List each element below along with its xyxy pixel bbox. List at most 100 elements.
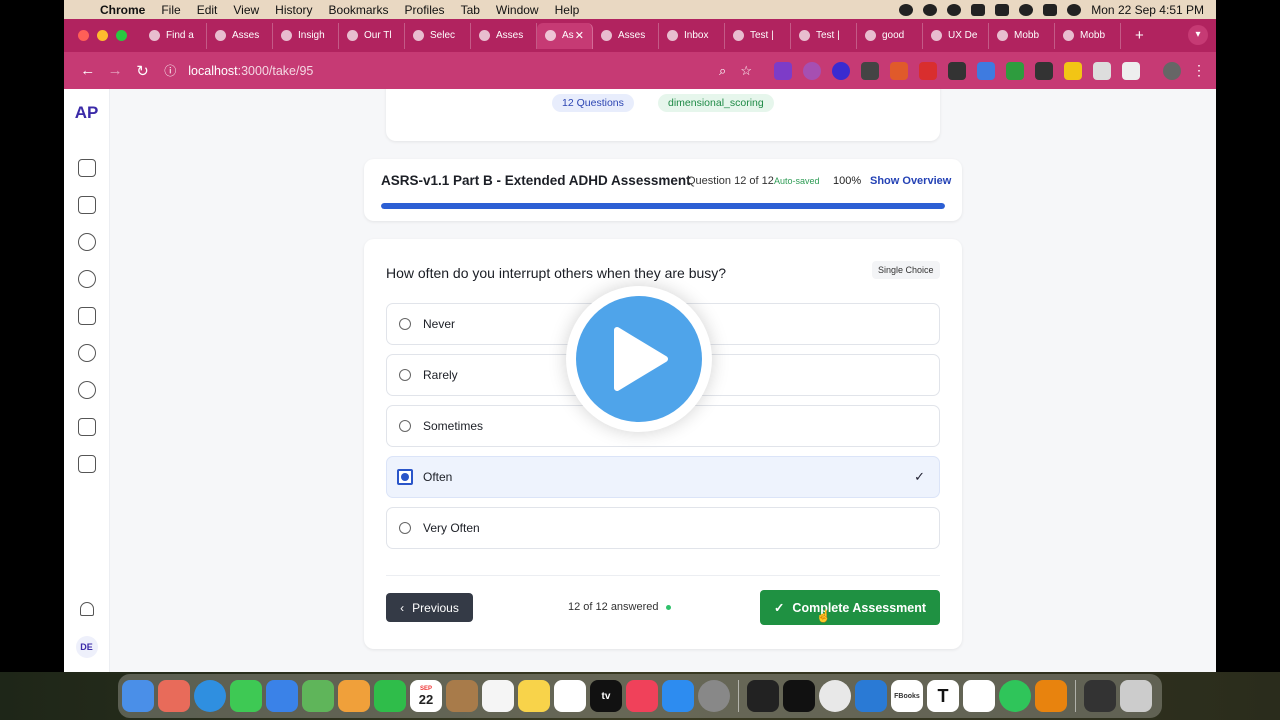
- forward-button[interactable]: →: [101, 62, 128, 79]
- bookmark-star-icon[interactable]: ☆: [740, 63, 752, 79]
- answer-option-very-often[interactable]: Very Often: [386, 507, 940, 549]
- browser-tab[interactable]: Mobb: [989, 22, 1055, 49]
- chrome-icon[interactable]: [819, 680, 851, 712]
- activity-monitor-icon[interactable]: [747, 680, 779, 712]
- browser-tab[interactable]: Insigh: [273, 22, 339, 49]
- chrome-menu-icon[interactable]: ⋮: [1192, 62, 1206, 79]
- browser-tab[interactable]: Asses: [471, 22, 537, 49]
- browser-tab[interactable]: Asses: [593, 22, 659, 49]
- bar-chart-icon[interactable]: [77, 307, 96, 325]
- menu-app-name[interactable]: Chrome: [92, 3, 153, 17]
- terminal-icon[interactable]: [783, 680, 815, 712]
- menu-history[interactable]: History: [267, 3, 320, 17]
- close-window-button[interactable]: [78, 30, 89, 41]
- back-button[interactable]: ←: [74, 62, 101, 79]
- clipboard-icon[interactable]: [77, 418, 96, 436]
- radio-button-selected[interactable]: [397, 469, 413, 485]
- trash-icon[interactable]: [1120, 680, 1152, 712]
- window-preview-icon[interactable]: [1084, 680, 1116, 712]
- app-logo[interactable]: AP: [75, 103, 99, 123]
- menu-view[interactable]: View: [225, 3, 267, 17]
- extension-icon[interactable]: [802, 61, 821, 80]
- tab-search-chevron-icon[interactable]: ▾: [1188, 25, 1208, 45]
- sublime-text-icon[interactable]: [1035, 680, 1067, 712]
- plus-circle-icon[interactable]: [77, 270, 96, 288]
- browser-tab[interactable]: Selec: [405, 22, 471, 49]
- vscode-icon[interactable]: [855, 680, 887, 712]
- profile-avatar[interactable]: [1162, 61, 1181, 80]
- finder-icon[interactable]: [122, 680, 154, 712]
- freeform-icon[interactable]: [554, 680, 586, 712]
- menu-file[interactable]: File: [153, 3, 188, 17]
- menu-profiles[interactable]: Profiles: [397, 3, 453, 17]
- spotlight-icon[interactable]: [1019, 3, 1034, 16]
- translate-icon[interactable]: [976, 61, 995, 80]
- photos-icon[interactable]: [338, 680, 370, 712]
- safari-icon[interactable]: [194, 680, 226, 712]
- previous-button[interactable]: ‹ Previous: [386, 593, 473, 622]
- font-icon[interactable]: [1034, 61, 1053, 80]
- notes-icon[interactable]: [518, 680, 550, 712]
- menu-help[interactable]: Help: [547, 3, 588, 17]
- record-icon[interactable]: [899, 3, 914, 16]
- new-tab-button[interactable]: +: [1121, 27, 1158, 44]
- browser-tab[interactable]: Test |: [791, 22, 857, 49]
- color-picker-icon[interactable]: [860, 61, 879, 80]
- answer-option-often[interactable]: Often ✓: [386, 456, 940, 498]
- home-icon[interactable]: [77, 159, 96, 177]
- radio-button[interactable]: [399, 522, 411, 534]
- radio-button[interactable]: [399, 420, 411, 432]
- messages-icon[interactable]: [230, 680, 262, 712]
- system-settings-icon[interactable]: [698, 680, 730, 712]
- browser-tab[interactable]: UX De: [923, 22, 989, 49]
- zoom-window-button[interactable]: [116, 30, 127, 41]
- menu-bookmarks[interactable]: Bookmarks: [321, 3, 397, 17]
- globe-icon[interactable]: [77, 233, 96, 251]
- user-icon[interactable]: [923, 3, 938, 16]
- extension-icon[interactable]: [1005, 61, 1024, 80]
- react-devtools-icon[interactable]: [773, 61, 792, 80]
- camera-icon[interactable]: [1092, 61, 1111, 80]
- music-icon[interactable]: [626, 680, 658, 712]
- reload-button[interactable]: ↻: [129, 62, 156, 80]
- minimize-window-button[interactable]: [97, 30, 108, 41]
- document-icon[interactable]: [77, 196, 96, 214]
- extension-icon[interactable]: [831, 61, 850, 80]
- calendar-icon[interactable]: SEP 22: [410, 680, 442, 712]
- browser-tab[interactable]: good: [857, 22, 923, 49]
- browser-tab[interactable]: Inbox: [659, 22, 725, 49]
- reminders-icon[interactable]: [482, 680, 514, 712]
- play-status-icon[interactable]: [947, 3, 962, 16]
- launchpad-icon[interactable]: [158, 680, 190, 712]
- building-icon[interactable]: [77, 455, 96, 473]
- chart-pie-icon[interactable]: [77, 344, 96, 362]
- browser-tab-active[interactable]: As ✕: [537, 22, 593, 49]
- menu-window[interactable]: Window: [488, 3, 547, 17]
- adblock-icon[interactable]: [918, 61, 937, 80]
- show-overview-link[interactable]: Show Overview: [870, 175, 951, 187]
- browser-tab[interactable]: Our Tl: [339, 22, 405, 49]
- facetime-icon[interactable]: [374, 680, 406, 712]
- video-play-button[interactable]: [566, 286, 712, 432]
- zoom-icon[interactable]: ⌕: [719, 63, 726, 79]
- browser-tab[interactable]: Find a: [141, 22, 207, 49]
- browser-tab[interactable]: Asses: [207, 22, 273, 49]
- app-store-icon[interactable]: [662, 680, 694, 712]
- menu-edit[interactable]: Edit: [189, 3, 226, 17]
- extension-icon[interactable]: [1063, 61, 1082, 80]
- bell-icon[interactable]: [79, 602, 94, 616]
- menubar-clock[interactable]: Mon 22 Sep 4:51 PM: [1091, 3, 1204, 17]
- battery-icon[interactable]: [995, 3, 1010, 16]
- browser-tab[interactable]: Test |: [725, 22, 791, 49]
- address-bar[interactable]: ⓘ localhost:3000/take/95 ⌕ ☆: [164, 57, 752, 85]
- browser-tab[interactable]: Mobb: [1055, 22, 1121, 49]
- menu-tab[interactable]: Tab: [453, 3, 488, 17]
- extension-icon[interactable]: [889, 61, 908, 80]
- mail-icon[interactable]: [266, 680, 298, 712]
- site-info-icon[interactable]: ⓘ: [164, 62, 176, 79]
- close-tab-icon[interactable]: ✕: [575, 29, 584, 42]
- complete-assessment-button[interactable]: ✓ Complete Assessment: [760, 590, 940, 625]
- siri-icon[interactable]: [1067, 3, 1082, 16]
- radio-button[interactable]: [399, 318, 411, 330]
- radio-button[interactable]: [399, 369, 411, 381]
